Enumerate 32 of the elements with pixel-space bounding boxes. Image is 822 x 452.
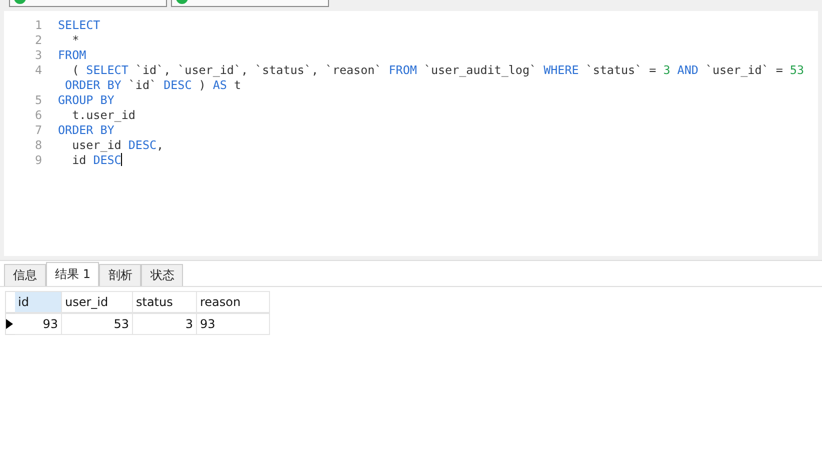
- code-line: GROUP BY: [58, 92, 114, 106]
- column-header[interactable]: user_id: [62, 291, 133, 313]
- code-line: t.user_id: [71, 108, 136, 122]
- code-line: ( SELECT `id`, `user_id`, `status`, `reason` FROM `user_audit_log` WHERE `status` = 3 AND `user_id` = 53: [71, 62, 804, 76]
- line-number: 8: [34, 138, 43, 152]
- code-line: *: [71, 32, 80, 46]
- code-line: user_id DESC,: [71, 138, 164, 152]
- line-number: 2: [34, 32, 43, 46]
- code-line: ORDER BY `id` DESC ) AS t: [64, 78, 242, 92]
- code-line: ORDER BY: [58, 122, 114, 136]
- column-header[interactable]: id: [15, 291, 62, 313]
- line-number: 1: [34, 18, 43, 32]
- table-cell: 3: [133, 313, 197, 335]
- result-tab[interactable]: 结果 1: [46, 262, 100, 286]
- line-number: 9: [34, 152, 43, 166]
- result-tab[interactable]: 信息: [4, 264, 46, 286]
- result-tab[interactable]: 剖析: [99, 264, 142, 286]
- line-number: 3: [34, 48, 43, 62]
- row-selector-cell[interactable]: [5, 313, 15, 335]
- table-cell: 53: [62, 313, 133, 335]
- line-number: 4: [34, 62, 43, 76]
- line-number: 6: [34, 108, 43, 122]
- code-line: SELECT: [58, 18, 100, 32]
- code-line: FROM: [58, 48, 86, 62]
- column-header[interactable]: status: [133, 291, 197, 313]
- line-number: 5: [34, 92, 43, 106]
- code-line: id DESC: [71, 152, 122, 166]
- result-tab[interactable]: 状态: [141, 264, 184, 286]
- table-cell: 93: [15, 313, 62, 335]
- column-header[interactable]: reason: [197, 291, 270, 313]
- line-number: 7: [34, 122, 43, 136]
- table-cell: 93: [197, 313, 270, 335]
